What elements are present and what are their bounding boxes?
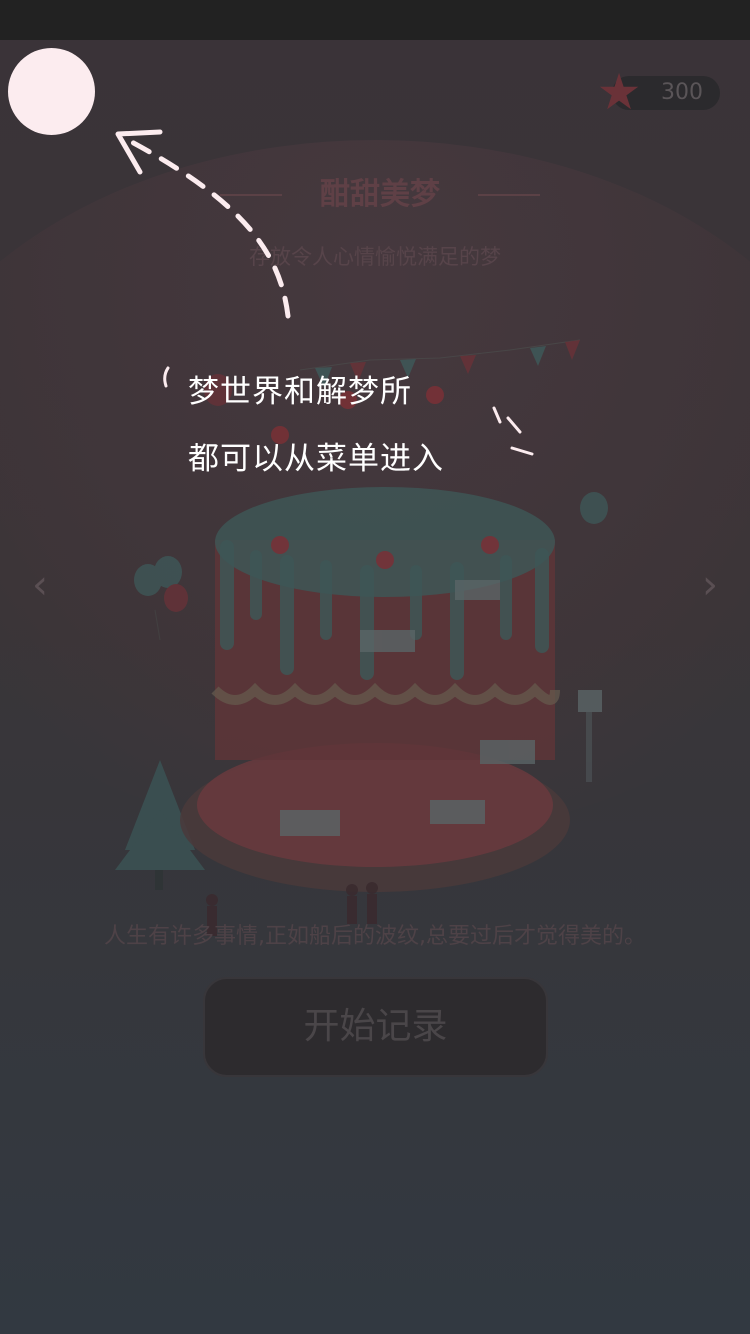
curved-arrow-icon bbox=[115, 129, 291, 319]
guide-text-line2: 都可以从菜单进入 bbox=[188, 441, 444, 477]
chevron-right-icon[interactable]: › bbox=[688, 560, 732, 610]
guide-text-line1: 梦世界和解梦所 bbox=[188, 374, 412, 410]
title-divider-right bbox=[478, 194, 540, 196]
lamp-post bbox=[578, 690, 602, 782]
status-bar bbox=[0, 0, 750, 40]
quote-text: 人生有许多事情,正如船后的波纹,总要过后才觉得美的。 bbox=[104, 924, 646, 949]
chevron-left-icon[interactable]: ‹ bbox=[18, 560, 62, 610]
star-icon: ★ bbox=[596, 63, 642, 121]
menu-spotlight[interactable] bbox=[8, 48, 95, 135]
sparkle-burst-icon bbox=[492, 406, 534, 456]
coin-value: 300 bbox=[661, 80, 703, 105]
sparkle-icon bbox=[163, 366, 170, 388]
start-record-button[interactable]: 开始记录 bbox=[203, 977, 548, 1077]
